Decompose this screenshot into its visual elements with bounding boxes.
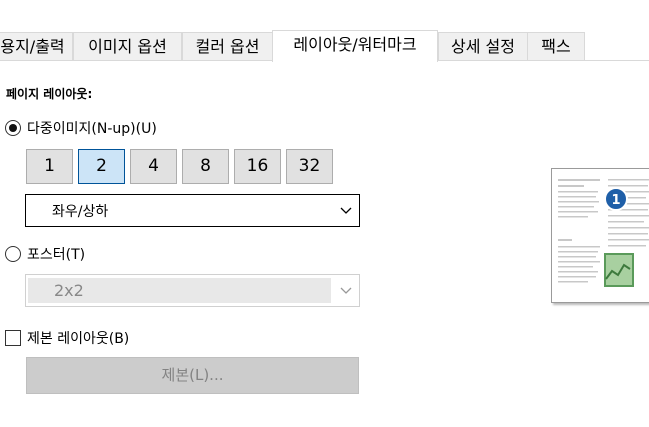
page-layout-title: 페이지 레이아웃: xyxy=(6,87,93,101)
preview-badge-number: 1 xyxy=(611,193,620,208)
poster-size-value: 2x2 xyxy=(28,278,331,303)
chevron-down-icon xyxy=(333,204,359,218)
tab-color-options[interactable]: 컬러 옵션 xyxy=(182,32,273,60)
tab-layout-watermark[interactable]: 레이아웃/워터마크 xyxy=(272,30,438,62)
poster-radio-row[interactable]: 포스터(T) xyxy=(5,244,85,264)
tab-fax[interactable]: 팩스 xyxy=(527,32,585,60)
chevron-down-icon xyxy=(333,284,359,298)
page-order-select[interactable]: 좌우/상하 xyxy=(25,194,360,227)
nup-button-1[interactable]: 1 xyxy=(26,149,73,184)
nup-button-4[interactable]: 4 xyxy=(130,149,177,184)
nup-radio-label: 다중이미지(N-up)(U) xyxy=(27,121,157,137)
booklet-checkbox-label: 제본 레이아웃(B) xyxy=(27,331,130,347)
booklet-checkbox[interactable] xyxy=(5,330,21,346)
tab-paper-output[interactable]: 용지/출력 xyxy=(0,32,73,60)
booklet-button[interactable]: 제본(L)... xyxy=(26,357,359,394)
nup-button-32[interactable]: 32 xyxy=(286,149,333,184)
tab-image-options[interactable]: 이미지 옵션 xyxy=(73,32,182,60)
nup-button-2[interactable]: 2 xyxy=(78,149,125,184)
nup-button-16[interactable]: 16 xyxy=(234,149,281,184)
nup-radio-row[interactable]: 다중이미지(N-up)(U) xyxy=(5,118,157,138)
nup-radio[interactable] xyxy=(5,120,21,136)
booklet-checkbox-row[interactable]: 제본 레이아웃(B) xyxy=(5,328,129,348)
poster-size-select[interactable]: 2x2 xyxy=(25,274,360,307)
layout-preview: 1 xyxy=(551,168,649,303)
page-order-value: 좌우/상하 xyxy=(52,203,109,220)
nup-button-group: 1 2 4 8 16 32 xyxy=(26,149,338,184)
poster-radio[interactable] xyxy=(5,246,21,262)
nup-button-8[interactable]: 8 xyxy=(182,149,229,184)
tab-bar: 용지/출력 이미지 옵션 컬러 옵션 레이아웃/워터마크 상세 설정 팩스 xyxy=(0,30,649,62)
preview-page-icon: 1 xyxy=(558,179,649,287)
poster-radio-label: 포스터(T) xyxy=(27,247,86,263)
tab-advanced-settings[interactable]: 상세 설정 xyxy=(438,32,528,60)
